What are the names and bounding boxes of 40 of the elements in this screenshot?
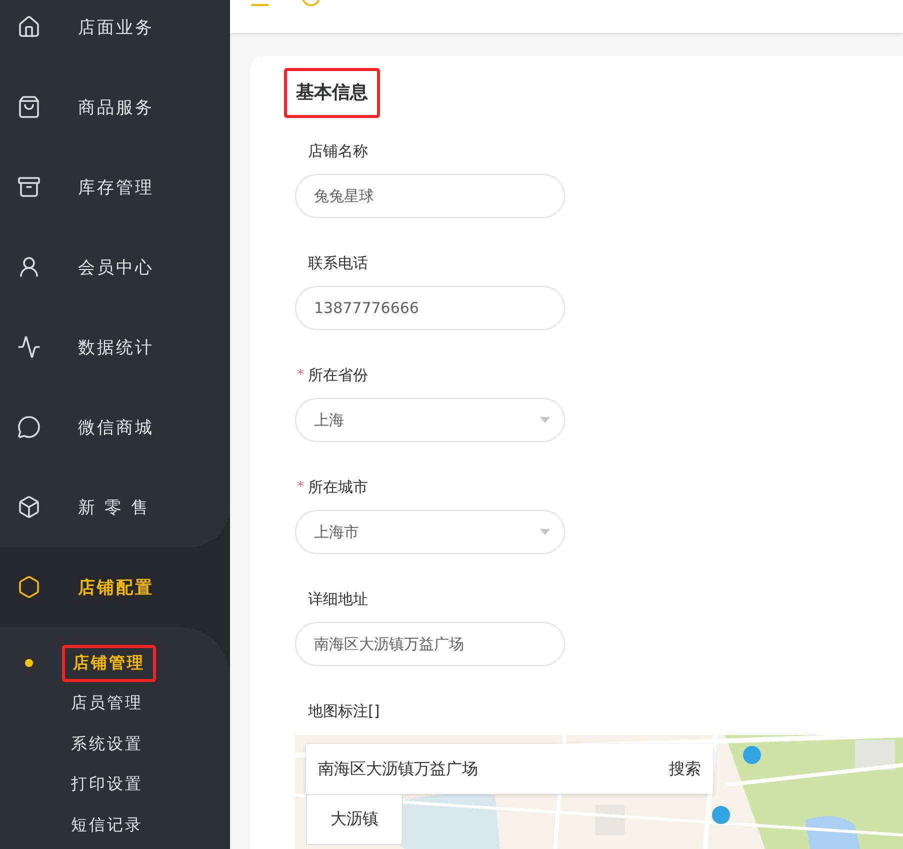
field-label: 所在省份 xyxy=(308,366,368,384)
sidebar-item[interactable]: 微信商城 xyxy=(17,415,154,439)
field-label: 联系电话 xyxy=(308,254,368,272)
input-field[interactable]: 南海区大沥镇万益广场 xyxy=(295,622,565,666)
map-search-field[interactable]: 南海区大沥镇万益广场 搜索 xyxy=(306,744,713,794)
field-label: 地图标注[] xyxy=(308,702,380,720)
sidebar-item[interactable]: 店铺配置 xyxy=(17,575,154,599)
select-field[interactable]: 上海 xyxy=(295,398,565,442)
suggestion-item[interactable]: 大沥镇 xyxy=(306,794,403,845)
field-label: 店铺名称 xyxy=(308,142,368,160)
sidebar-item[interactable]: 数据统计 xyxy=(17,335,154,359)
field-label: 详细地址 xyxy=(308,590,368,608)
active-dot xyxy=(25,659,33,668)
hexagon-icon xyxy=(17,575,41,599)
submenu-item[interactable]: 系统设置 xyxy=(71,734,143,755)
bag-icon xyxy=(17,95,41,119)
section-title: 基本信息 xyxy=(296,81,368,105)
sidebar-item[interactable]: 新 零 售 xyxy=(17,495,150,519)
input-field[interactable]: 13877776666 xyxy=(295,286,565,330)
select-field[interactable]: 上海市 xyxy=(295,510,565,554)
required-mark: * xyxy=(297,479,305,495)
sidebar-item[interactable]: 商品服务 xyxy=(17,95,154,119)
cube-icon xyxy=(17,495,41,519)
home-icon xyxy=(17,15,41,39)
required-mark: * xyxy=(297,367,305,383)
chat-icon xyxy=(17,415,41,439)
caret-icon xyxy=(540,529,550,535)
user-icon xyxy=(17,255,41,279)
input-field[interactable]: 兔兔星球 xyxy=(295,174,565,218)
archive-icon xyxy=(17,175,41,199)
submenu-item[interactable]: 店铺管理 xyxy=(73,652,145,674)
search-button[interactable]: 搜索 xyxy=(669,758,701,780)
submenu-item[interactable]: 打印设置 xyxy=(71,774,143,796)
sidebar-item[interactable]: 会员中心 xyxy=(17,255,154,279)
submenu-item[interactable]: 短信记录 xyxy=(71,814,143,836)
chart-icon xyxy=(17,335,41,359)
sidebar-item[interactable]: 库存管理 xyxy=(17,175,154,199)
field-label: 所在城市 xyxy=(308,478,368,496)
caret-icon xyxy=(540,417,550,423)
submenu-item[interactable]: 店员管理 xyxy=(71,693,143,714)
